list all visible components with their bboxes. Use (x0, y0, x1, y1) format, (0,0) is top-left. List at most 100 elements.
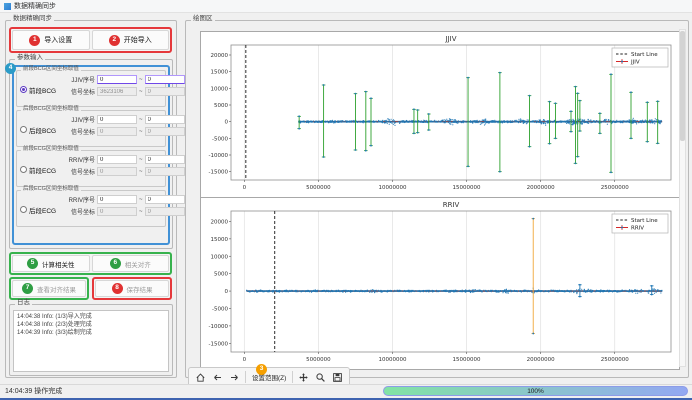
rriv-chart[interactable]: 0500000010000000150000002000000025000000… (201, 198, 679, 364)
svg-text:JJIV: JJIV (630, 60, 640, 66)
svg-text:10000000: 10000000 (378, 357, 406, 363)
sync-panel: 数据精确同步 1 导入设置 2 开始导入 参数输入 4 前段BCG区间坐标取值 … (5, 20, 177, 378)
svg-text:RRIV: RRIV (443, 201, 460, 209)
toolbar-separator (245, 371, 246, 383)
svg-text:20000: 20000 (211, 53, 229, 59)
magnifier-icon (316, 373, 325, 382)
jjiv-seq-to-input[interactable] (145, 75, 185, 84)
pan-icon (299, 373, 308, 382)
svg-text:10000: 10000 (211, 254, 229, 260)
signal-coord-from-input[interactable] (97, 127, 137, 136)
view-result-box: 7 查看对齐结果 (9, 277, 89, 300)
view-align-result-button[interactable]: 7 查看对齐结果 (12, 280, 86, 297)
front-ecg-radio[interactable]: 前段ECG (17, 163, 65, 176)
signal-coord-to-input[interactable] (145, 87, 185, 96)
svg-text:0: 0 (243, 185, 247, 191)
plot-scrollbar[interactable] (679, 29, 686, 367)
param-input-group: 参数输入 4 前段BCG区间坐标取值 前段BCG JJIV序号 ~ (9, 59, 173, 249)
step1-badge: 1 (29, 35, 40, 46)
rriv-seq-to-input[interactable] (145, 195, 185, 204)
svg-text:10000: 10000 (211, 86, 229, 92)
zoom-button[interactable] (314, 370, 327, 384)
pan-button[interactable] (297, 370, 310, 384)
rriv-figure: 0500000010000000150000002000000025000000… (200, 197, 680, 370)
svg-text:Start Line: Start Line (631, 52, 658, 58)
set-range-button[interactable]: 3 设置范围(Z) (250, 372, 288, 382)
toolbar-separator (292, 371, 293, 383)
rear-bcg-radio[interactable]: 后段BCG (17, 123, 65, 136)
param-sections-box: 4 前段BCG区间坐标取值 前段BCG JJIV序号 ~ (12, 65, 170, 245)
home-button[interactable] (194, 370, 207, 384)
svg-text:15000: 15000 (211, 237, 229, 243)
svg-text:-5000: -5000 (212, 136, 228, 142)
svg-text:10000000: 10000000 (378, 185, 406, 191)
front-bcg-radio[interactable]: 前段BCG (17, 83, 65, 96)
radio-icon[interactable] (20, 126, 27, 133)
rriv-seq-to-input[interactable] (145, 155, 185, 164)
window-icon (4, 3, 11, 10)
save-figure-button[interactable] (331, 370, 344, 384)
svg-text:Start Line: Start Line (631, 218, 658, 224)
jjiv-seq-from-input[interactable] (97, 75, 137, 84)
sync-panel-title: 数据精确同步 (11, 16, 54, 23)
save-result-box: 8 保存结果 (92, 277, 172, 300)
jjiv-chart[interactable]: 0500000010000000150000002000000025000000… (201, 32, 679, 192)
svg-text:-15000: -15000 (209, 341, 229, 347)
save-result-button[interactable]: 8 保存结果 (95, 280, 169, 297)
rriv-seq-from-input[interactable] (97, 195, 137, 204)
rear-ecg-radio[interactable]: 后段ECG (17, 203, 65, 216)
signal-coord-from-input[interactable] (97, 167, 137, 176)
svg-text:5000: 5000 (214, 103, 228, 109)
step6-badge: 6 (110, 258, 121, 269)
radio-icon[interactable] (20, 206, 27, 213)
log-title: 日志 (15, 300, 32, 307)
back-arrow-icon (213, 373, 222, 382)
signal-coord-from-input[interactable] (97, 207, 137, 216)
signal-coord-to-input[interactable] (145, 167, 185, 176)
svg-text:0: 0 (225, 120, 229, 126)
compute-correlation-button[interactable]: 5 计算相关性 (12, 255, 90, 272)
param-input-title: 参数输入 (15, 55, 45, 62)
jjiv-seq-from-input[interactable] (97, 115, 137, 124)
plot-area-title: 绘图区 (191, 16, 215, 23)
forward-button[interactable] (228, 370, 241, 384)
rriv-seq-from-input[interactable] (97, 155, 137, 164)
svg-text:25000000: 25000000 (601, 185, 629, 191)
correlation-align-button[interactable]: 6 相关对齐 (92, 255, 170, 272)
start-import-button[interactable]: 2 开始导入 (92, 30, 170, 50)
radio-icon[interactable] (20, 86, 27, 93)
step4-badge: 4 (5, 63, 16, 74)
svg-text:15000000: 15000000 (453, 185, 481, 191)
svg-text:-5000: -5000 (212, 306, 228, 312)
svg-text:0: 0 (225, 289, 229, 295)
plot-area-panel: 绘图区 050000001000000015000000200000002500… (185, 20, 689, 378)
step2-badge: 2 (109, 35, 120, 46)
log-group: 日志 14:04:38 Info: (1/3)导入完成 14:04:38 Inf… (9, 304, 173, 376)
svg-text:JJIV: JJIV (445, 35, 457, 43)
correlation-buttons-box: 5 计算相关性 6 相关对齐 (9, 252, 172, 275)
radio-icon[interactable] (20, 166, 27, 173)
signal-coord-from-input[interactable] (97, 87, 137, 96)
import-settings-button[interactable]: 1 导入设置 (12, 30, 90, 50)
svg-text:5000000: 5000000 (306, 357, 331, 363)
import-buttons-box: 1 导入设置 2 开始导入 (9, 27, 172, 53)
progress-bar: 100% (383, 386, 688, 396)
jjiv-seq-to-input[interactable] (145, 115, 185, 124)
svg-text:20000: 20000 (211, 219, 229, 225)
scrollbar-thumb[interactable] (680, 31, 685, 141)
signal-coord-to-input[interactable] (145, 207, 185, 216)
signal-coord-to-input[interactable] (145, 127, 185, 136)
step5-badge: 5 (27, 258, 38, 269)
svg-text:5000: 5000 (214, 272, 228, 278)
step7-badge: 7 (22, 283, 33, 294)
svg-text:25000000: 25000000 (601, 357, 629, 363)
log-line: 14:04:38 Info: (1/3)导入完成 (17, 313, 165, 321)
step8-badge: 8 (112, 283, 123, 294)
forward-arrow-icon (230, 373, 239, 382)
log-output[interactable]: 14:04:38 Info: (1/3)导入完成 14:04:38 Info: … (13, 310, 169, 372)
window-title: 数据精确同步 (14, 1, 56, 11)
log-line: 14:04:38 Info: (2/3)处理完成 (17, 321, 165, 329)
progress-label: 100% (527, 388, 544, 395)
svg-text:RRIV: RRIV (631, 226, 644, 232)
back-button[interactable] (211, 370, 224, 384)
